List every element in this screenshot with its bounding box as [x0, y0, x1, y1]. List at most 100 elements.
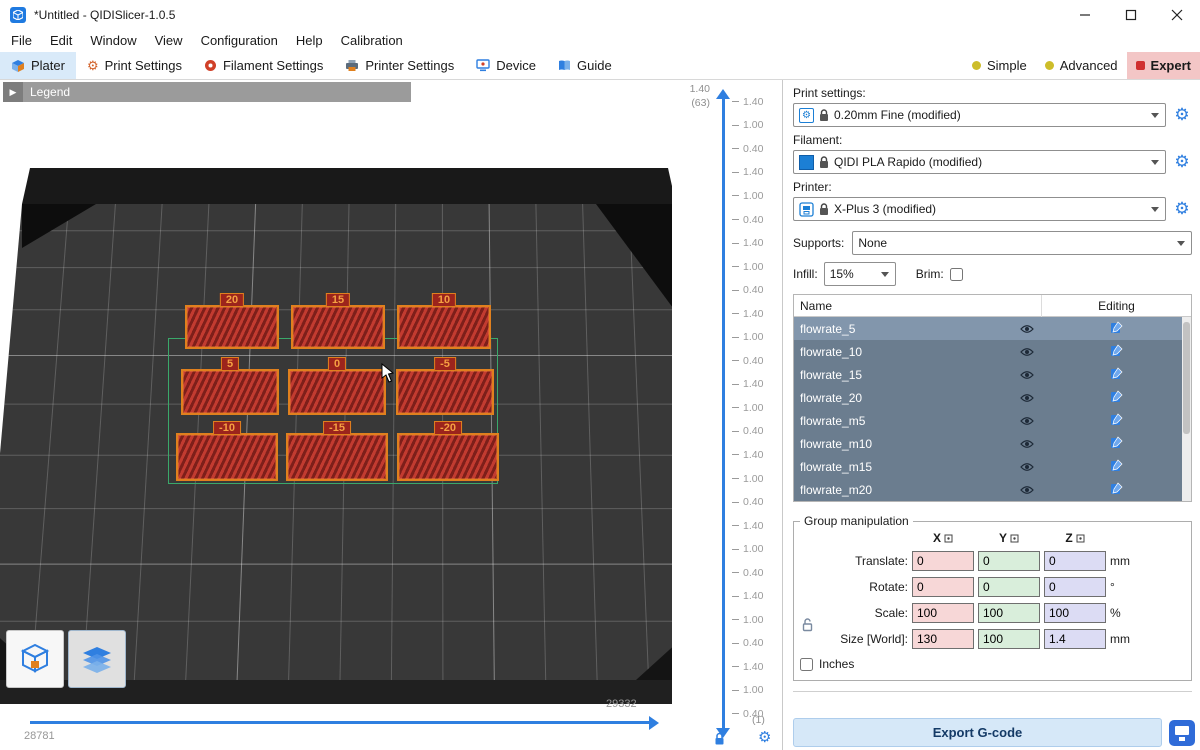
scale-z-field[interactable]	[1044, 603, 1106, 623]
menu-edit[interactable]: Edit	[41, 30, 81, 52]
flowrate-patch[interactable]: 5	[181, 369, 279, 415]
brim-checkbox[interactable]	[950, 268, 963, 281]
menu-bar: File Edit Window View Configuration Help…	[0, 30, 1200, 52]
legend-bar[interactable]: ▶ Legend	[3, 82, 411, 102]
mode-expert[interactable]: Expert	[1127, 52, 1200, 79]
scale-y-field[interactable]	[978, 603, 1040, 623]
eye-icon[interactable]	[1013, 347, 1041, 357]
inches-checkbox[interactable]	[800, 658, 813, 671]
layers-preview-button[interactable]	[68, 630, 126, 688]
object-list-row[interactable]: flowrate_10	[794, 340, 1191, 363]
close-icon[interactable]	[1154, 0, 1200, 30]
flowrate-patch[interactable]: -5	[396, 369, 494, 415]
minimize-icon[interactable]	[1062, 0, 1108, 30]
editing-icon[interactable]	[1110, 321, 1123, 337]
eye-icon[interactable]	[1013, 485, 1041, 495]
tab-device[interactable]: Device	[465, 52, 547, 79]
mode-simple[interactable]: Simple	[963, 52, 1036, 79]
rotate-y-field[interactable]	[978, 577, 1040, 597]
scale-x-field[interactable]	[912, 603, 974, 623]
size-y-field[interactable]	[978, 629, 1040, 649]
object-list-row[interactable]: flowrate_m5	[794, 409, 1191, 432]
editing-icon[interactable]	[1110, 390, 1123, 406]
menu-help[interactable]: Help	[287, 30, 332, 52]
flowrate-patch[interactable]: 0	[288, 369, 386, 415]
object-list-row[interactable]: flowrate_m20	[794, 478, 1191, 501]
object-list-row[interactable]: flowrate_m15	[794, 455, 1191, 478]
viewport-3d[interactable]: ▶ Legend 20151050-5-10-15-20	[0, 80, 782, 750]
maximize-icon[interactable]	[1108, 0, 1154, 30]
translate-y-field[interactable]	[978, 551, 1040, 571]
flowrate-patch[interactable]: 15	[291, 305, 385, 349]
flowrate-patch[interactable]: 10	[397, 305, 491, 349]
translate-x-field[interactable]	[912, 551, 974, 571]
list-scrollbar[interactable]	[1182, 317, 1191, 501]
eye-icon[interactable]	[1013, 370, 1041, 380]
menu-window[interactable]: Window	[81, 30, 145, 52]
filament-gear-button[interactable]: ⚙	[1172, 152, 1192, 172]
eye-icon[interactable]	[1013, 324, 1041, 334]
lock-icon[interactable]	[714, 732, 725, 750]
infill-select[interactable]: 15%	[824, 262, 896, 286]
3d-view-button[interactable]	[6, 630, 64, 688]
menu-configuration[interactable]: Configuration	[192, 30, 287, 52]
layer-tick: 0.40	[732, 349, 763, 373]
editing-icon[interactable]	[1110, 436, 1123, 452]
filament-select[interactable]: QIDI PLA Rapido (modified)	[793, 150, 1166, 174]
patch-number: -5	[434, 357, 456, 371]
eye-icon[interactable]	[1013, 416, 1041, 426]
editing-icon[interactable]	[1110, 344, 1123, 360]
mode-advanced[interactable]: Advanced	[1036, 52, 1127, 79]
size-x-field[interactable]	[912, 629, 974, 649]
flowrate-patch[interactable]: -15	[286, 433, 388, 481]
eye-icon[interactable]	[1013, 439, 1041, 449]
menu-calibration[interactable]: Calibration	[332, 30, 412, 52]
axis-icon	[1010, 534, 1019, 543]
export-icon-button[interactable]	[1169, 720, 1195, 746]
tab-filament-settings[interactable]: Filament Settings	[193, 52, 334, 79]
translate-z-field[interactable]	[1044, 551, 1106, 571]
object-list-row[interactable]: flowrate_m10	[794, 432, 1191, 455]
horizontal-slider[interactable]	[30, 721, 650, 724]
tab-printer-settings[interactable]: Printer Settings	[334, 52, 465, 79]
print-settings-select[interactable]: ⚙ 0.20mm Fine (modified)	[793, 103, 1166, 127]
size-z-field[interactable]	[1044, 629, 1106, 649]
object-name: flowrate_20	[794, 391, 1013, 405]
tab-printer-settings-label: Printer Settings	[365, 58, 454, 73]
inches-label: Inches	[819, 657, 854, 671]
editing-icon[interactable]	[1110, 367, 1123, 383]
flowrate-patch[interactable]: -20	[397, 433, 499, 481]
advanced-dot-icon	[1045, 61, 1054, 70]
printer-select[interactable]: X-Plus 3 (modified)	[793, 197, 1166, 221]
tab-print-settings[interactable]: ⚙ Print Settings	[76, 52, 193, 79]
menu-file[interactable]: File	[2, 30, 41, 52]
uniform-scale-lock-icon[interactable]	[800, 618, 814, 632]
tab-guide[interactable]: Guide	[547, 52, 623, 79]
object-list: Name Editing flowrate_5flowrate_10flowra…	[793, 294, 1192, 502]
eye-icon[interactable]	[1013, 462, 1041, 472]
editing-icon[interactable]	[1110, 459, 1123, 475]
menu-view[interactable]: View	[146, 30, 192, 52]
layer-tick: 1.40	[732, 302, 763, 326]
printer-gear-button[interactable]: ⚙	[1172, 199, 1192, 219]
tab-plater[interactable]: Plater	[0, 52, 76, 79]
layer-slider-track[interactable]	[722, 92, 725, 728]
supports-select[interactable]: None	[852, 231, 1192, 255]
gear-icon[interactable]: ⚙	[758, 728, 771, 746]
object-list-row[interactable]: flowrate_5	[794, 317, 1191, 340]
rotate-z-field[interactable]	[1044, 577, 1106, 597]
scrollbar-thumb[interactable]	[1183, 322, 1190, 434]
editing-icon[interactable]	[1110, 482, 1123, 498]
flowrate-patch[interactable]: 20	[185, 305, 279, 349]
axis-z-header: Z	[1044, 531, 1106, 545]
print-settings-gear-button[interactable]: ⚙	[1172, 105, 1192, 125]
object-list-row[interactable]: flowrate_20	[794, 386, 1191, 409]
chevron-down-icon	[1177, 241, 1185, 250]
horizontal-slider-handle[interactable]	[649, 716, 666, 730]
export-gcode-button[interactable]: Export G-code	[793, 718, 1162, 747]
flowrate-patch[interactable]: -10	[176, 433, 278, 481]
rotate-x-field[interactable]	[912, 577, 974, 597]
eye-icon[interactable]	[1013, 393, 1041, 403]
editing-icon[interactable]	[1110, 413, 1123, 429]
object-list-row[interactable]: flowrate_15	[794, 363, 1191, 386]
